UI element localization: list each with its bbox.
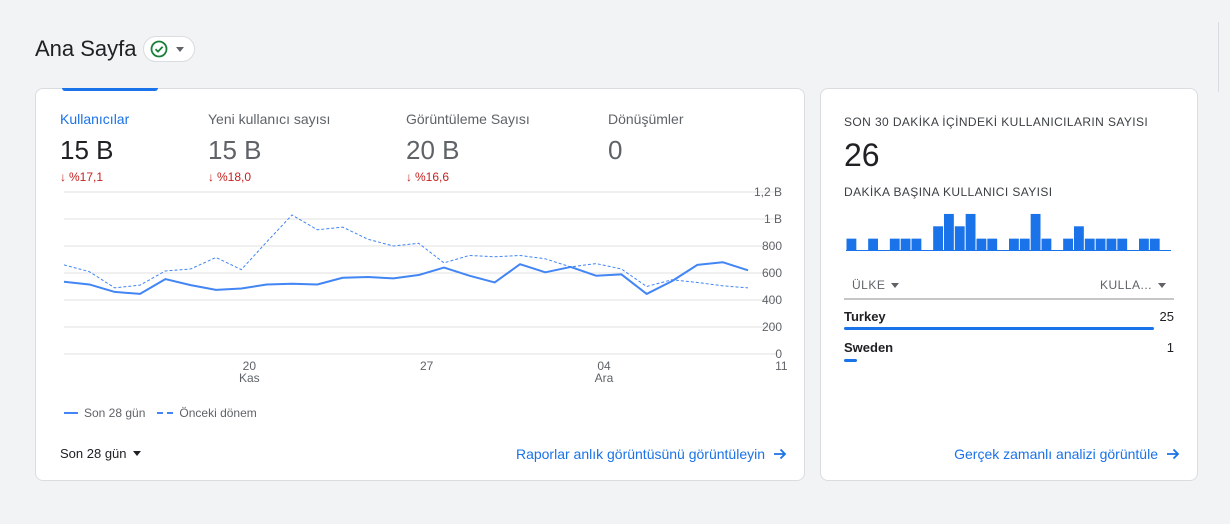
minute-bar — [933, 226, 943, 251]
minute-bar — [954, 226, 965, 251]
minute-bar — [1106, 238, 1117, 251]
metric-value: 15 B — [208, 135, 262, 165]
divider — [1218, 22, 1219, 92]
chevron-down-icon — [175, 46, 184, 52]
arrow-down-icon: ↓ — [60, 170, 66, 184]
realtime-title: SON 30 DAKİKA İÇİNDEKİ KULLANICILARIN SA… — [844, 115, 1149, 129]
metric-value: 0 — [608, 135, 623, 165]
metric-views[interactable]: Görüntüleme Sayısı 20 B ↓ %16,6 — [406, 111, 530, 184]
x-tick-label: 27 — [420, 359, 434, 373]
metric-change: ↓ %16,6 — [406, 170, 450, 184]
legend-solid-swatch — [64, 412, 78, 414]
overview-card: Kullanıcılar 15 B ↓ %17,1 Yeni kullanıcı … — [35, 88, 805, 481]
table-row[interactable]: Turkey 25 — [844, 309, 1174, 324]
y-tick-label: 400 — [762, 293, 782, 307]
arrow-right-icon — [1167, 448, 1180, 460]
country-users: 25 — [1159, 309, 1174, 324]
minute-bar — [889, 238, 900, 251]
x-tick-label: 11 — [775, 359, 788, 373]
metric-change: ↓ %17,1 — [60, 170, 104, 184]
minute-bar — [1139, 238, 1149, 251]
current-period-line — [63, 261, 749, 295]
date-range-label: Son 28 gün — [60, 446, 127, 461]
page-title: Ana Sayfa — [35, 36, 137, 61]
chevron-down-icon — [1158, 282, 1166, 288]
minute-bar — [1074, 226, 1084, 251]
minute-bar — [944, 213, 954, 251]
view-reports-label: Raporlar anlık görüntüsünü görüntüleyin — [515, 446, 765, 462]
country-name: Sweden — [844, 340, 894, 355]
metric-value: 20 B — [406, 135, 460, 165]
column-label: KULLA... — [1099, 278, 1152, 292]
table-row[interactable]: Sweden 1 — [844, 340, 1174, 355]
metric-label: Yeni kullanıcı sayısı — [208, 111, 331, 127]
metric-users[interactable]: Kullanıcılar 15 B ↓ %17,1 — [60, 111, 129, 184]
realtime-card: SON 30 DAKİKA İÇİNDEKİ KULLANICILARIN SA… — [820, 88, 1198, 481]
realtime-value: 26 — [844, 137, 880, 173]
page-header: Ana Sayfa — [35, 36, 195, 62]
minute-bar — [1117, 238, 1128, 251]
y-tick-label: 600 — [762, 266, 782, 280]
view-reports-link[interactable]: Raporlar anlık görüntüsünü görüntüleyin — [516, 446, 787, 462]
minute-bar — [1149, 238, 1160, 251]
view-realtime-link[interactable]: Gerçek zamanlı analizi görüntüle — [954, 446, 1180, 462]
users-line-chart: 1,2 B1 B800600400200020Kas27 04Ara11 — [63, 185, 788, 385]
chevron-down-icon — [891, 282, 900, 288]
date-range-select[interactable]: Son 28 gün — [60, 446, 141, 461]
country-share-bar — [844, 359, 857, 362]
users-column-header[interactable]: KULLA... — [1100, 278, 1166, 292]
legend-previous-label: Önceki dönem — [179, 406, 257, 420]
minute-bar — [846, 238, 857, 251]
country-name: Turkey — [844, 309, 886, 324]
minute-bar — [1063, 238, 1073, 251]
y-tick-label: 1,2 B — [754, 185, 782, 199]
chart-legend: Son 28 gün Önceki dönem — [64, 406, 257, 420]
users-per-minute-chart — [846, 213, 1171, 251]
column-label: ÜLKE — [852, 278, 886, 292]
y-tick-label: 800 — [762, 239, 782, 253]
x-tick-sublabel: Kas — [239, 371, 260, 385]
country-table-header: ÜLKE KULLA... — [844, 272, 1174, 300]
metric-new-users[interactable]: Yeni kullanıcı sayısı 15 B ↓ %18,0 — [208, 111, 330, 184]
metric-label: Kullanıcılar — [60, 111, 130, 127]
y-tick-label: 1 B — [764, 212, 782, 226]
minute-bar — [1041, 238, 1052, 251]
legend-current-label: Son 28 gün — [84, 406, 146, 420]
minute-bar — [987, 238, 998, 251]
realtime-subtitle: DAKİKA BAŞINA KULLANICI SAYISI — [844, 185, 1053, 199]
chevron-down-icon — [132, 451, 141, 456]
status-chip[interactable] — [142, 36, 195, 62]
metric-change: ↓ %18,0 — [208, 170, 252, 184]
metric-conversions[interactable]: Dönüşümler 0 — [608, 111, 683, 166]
y-tick-label: 200 — [762, 320, 782, 334]
minute-bar — [965, 213, 976, 251]
arrow-right-icon — [774, 448, 787, 460]
metric-value: 15 B — [60, 135, 114, 165]
metric-label: Dönüşümler — [608, 111, 684, 127]
metric-label: Görüntüleme Sayısı — [406, 111, 530, 127]
view-realtime-label: Gerçek zamanlı analizi görüntüle — [954, 446, 1158, 462]
minute-bar — [900, 238, 911, 251]
minute-bar — [911, 238, 922, 251]
minute-bar — [1009, 238, 1019, 251]
country-users: 1 — [1166, 340, 1174, 355]
x-tick-sublabel: Ara — [595, 371, 614, 385]
country-share-bar — [844, 327, 1154, 330]
country-column-header[interactable]: ÜLKE — [852, 278, 900, 292]
minute-bar — [868, 238, 878, 251]
minute-bar — [1084, 238, 1095, 251]
legend-dashed-swatch — [157, 412, 174, 414]
active-tab-indicator — [62, 88, 158, 91]
minute-bar — [1095, 238, 1106, 251]
arrow-down-icon: ↓ — [208, 170, 214, 184]
minute-bar — [1019, 238, 1030, 251]
minute-bar — [1030, 213, 1041, 251]
minute-bar — [976, 238, 987, 251]
check-circle-icon — [150, 40, 167, 58]
arrow-down-icon: ↓ — [406, 170, 412, 184]
